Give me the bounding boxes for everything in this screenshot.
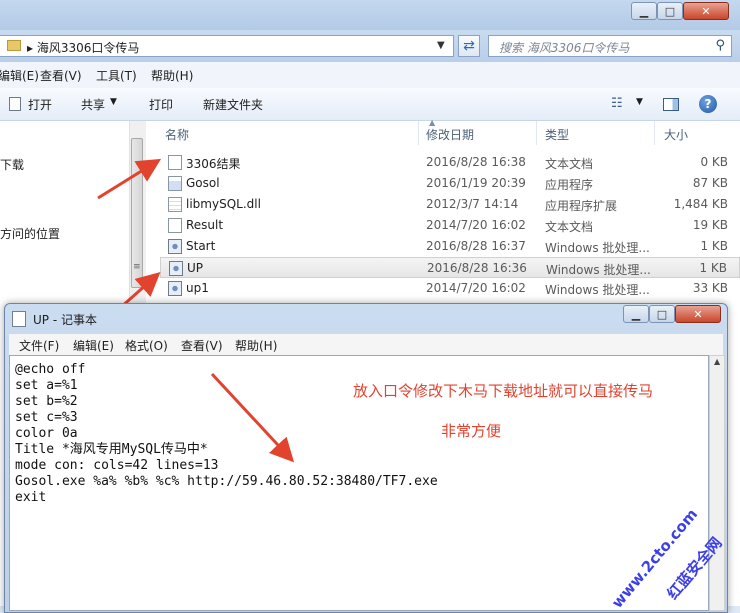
annotation-arrow <box>210 372 295 463</box>
annotation-overlay <box>210 372 295 463</box>
